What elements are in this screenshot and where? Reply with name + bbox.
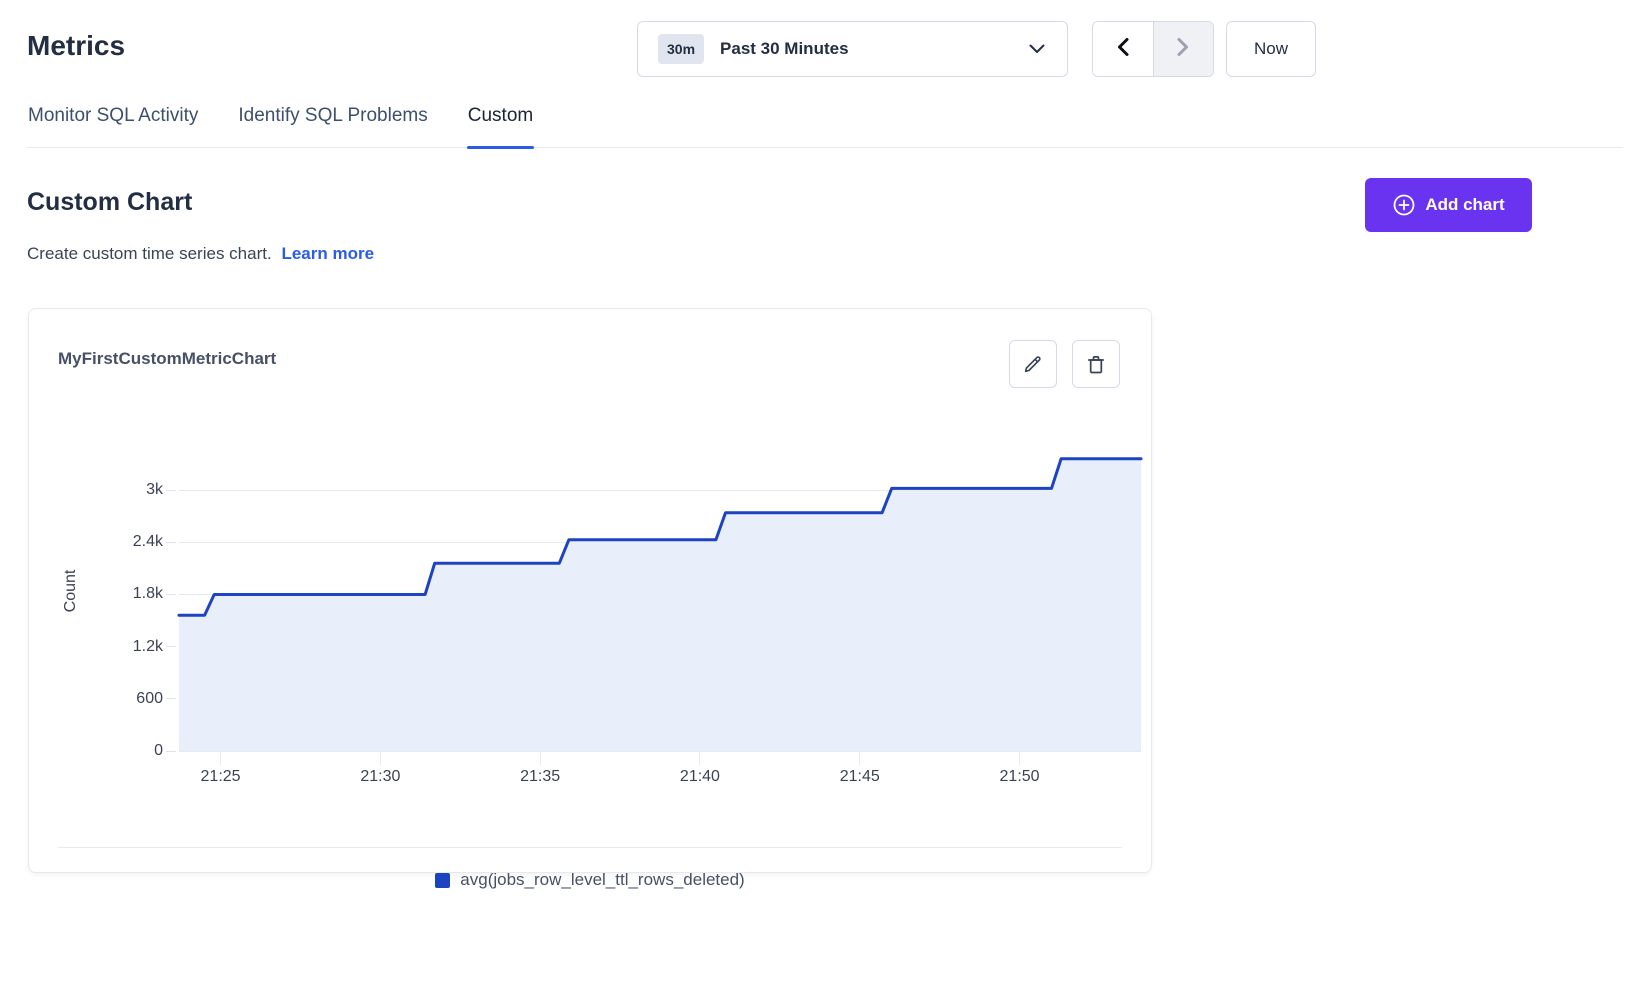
delete-chart-button[interactable] bbox=[1072, 340, 1120, 388]
y-tick-label: 0 bbox=[93, 742, 163, 760]
x-tick-label: 21:30 bbox=[360, 767, 400, 787]
time-next-button[interactable] bbox=[1154, 22, 1214, 76]
time-range-badge: 30m bbox=[658, 34, 704, 64]
y-tick-mark bbox=[166, 542, 176, 543]
chart-title: MyFirstCustomMetricChart bbox=[58, 349, 276, 369]
custom-chart-heading: Custom Chart bbox=[27, 188, 192, 217]
y-axis-title: Count bbox=[62, 570, 80, 613]
learn-more-link[interactable]: Learn more bbox=[281, 244, 374, 263]
tab-identify-sql-problems[interactable]: Identify SQL Problems bbox=[237, 101, 428, 147]
y-tick-label: 3k bbox=[93, 481, 163, 499]
add-chart-label: Add chart bbox=[1425, 195, 1504, 215]
y-tick-label: 1.8k bbox=[93, 585, 163, 603]
x-tick-label: 21:45 bbox=[840, 767, 880, 787]
x-tick-mark bbox=[1019, 751, 1020, 765]
pencil-icon bbox=[1022, 353, 1044, 375]
page-title: Metrics bbox=[27, 30, 125, 62]
chevron-left-icon bbox=[1116, 37, 1130, 62]
trash-icon bbox=[1085, 353, 1107, 375]
x-tick-mark bbox=[859, 751, 860, 765]
now-button[interactable]: Now bbox=[1226, 21, 1316, 77]
time-range-dropdown[interactable]: 30m Past 30 Minutes bbox=[637, 21, 1068, 77]
x-tick-label: 21:35 bbox=[520, 767, 560, 787]
chevron-right-icon bbox=[1176, 37, 1190, 62]
custom-chart-description: Create custom time series chart. Learn m… bbox=[27, 244, 374, 264]
x-tick-mark bbox=[380, 751, 381, 765]
time-prev-button[interactable] bbox=[1093, 22, 1154, 76]
y-tick-label: 600 bbox=[93, 690, 163, 708]
x-tick-label: 21:25 bbox=[201, 767, 241, 787]
add-chart-button[interactable]: Add chart bbox=[1365, 178, 1532, 232]
x-tick-mark bbox=[220, 751, 221, 765]
time-nav-group bbox=[1092, 21, 1214, 77]
y-tick-mark bbox=[166, 698, 176, 699]
tab-custom[interactable]: Custom bbox=[467, 101, 534, 147]
y-tick-mark bbox=[166, 751, 176, 752]
time-range-label: Past 30 Minutes bbox=[720, 39, 849, 59]
chart-legend[interactable]: avg(jobs_row_level_ttl_rows_deleted) bbox=[29, 871, 1151, 889]
y-tick-label: 2.4k bbox=[93, 533, 163, 551]
metrics-page: Metrics 30m Past 30 Minutes No bbox=[0, 0, 1650, 982]
y-tick-mark bbox=[166, 490, 176, 491]
edit-chart-button[interactable] bbox=[1009, 340, 1057, 388]
legend-swatch bbox=[435, 873, 450, 888]
series-area bbox=[179, 459, 1141, 751]
timeseries-svg bbox=[179, 431, 1141, 751]
plot-area[interactable]: Count 06001.2k1.8k2.4k3k21:2521:3021:352… bbox=[179, 431, 1141, 751]
y-tick-mark bbox=[166, 594, 176, 595]
metrics-tabs: Monitor SQL Activity Identify SQL Proble… bbox=[27, 101, 1623, 148]
card-divider bbox=[58, 847, 1122, 848]
plus-circle-icon bbox=[1392, 193, 1416, 217]
y-tick-label: 1.2k bbox=[93, 638, 163, 656]
x-tick-label: 21:50 bbox=[1000, 767, 1040, 787]
description-text: Create custom time series chart. bbox=[27, 244, 272, 263]
x-tick-label: 21:40 bbox=[680, 767, 720, 787]
legend-label: avg(jobs_row_level_ttl_rows_deleted) bbox=[460, 871, 744, 889]
x-tick-mark bbox=[540, 751, 541, 765]
x-tick-mark bbox=[699, 751, 700, 765]
tab-monitor-sql-activity[interactable]: Monitor SQL Activity bbox=[27, 101, 199, 147]
custom-chart-card: MyFirstCustomMetricChart Count 0 600 1.2k bbox=[28, 308, 1152, 873]
y-tick-mark bbox=[166, 646, 176, 647]
chevron-down-icon bbox=[1029, 44, 1045, 54]
